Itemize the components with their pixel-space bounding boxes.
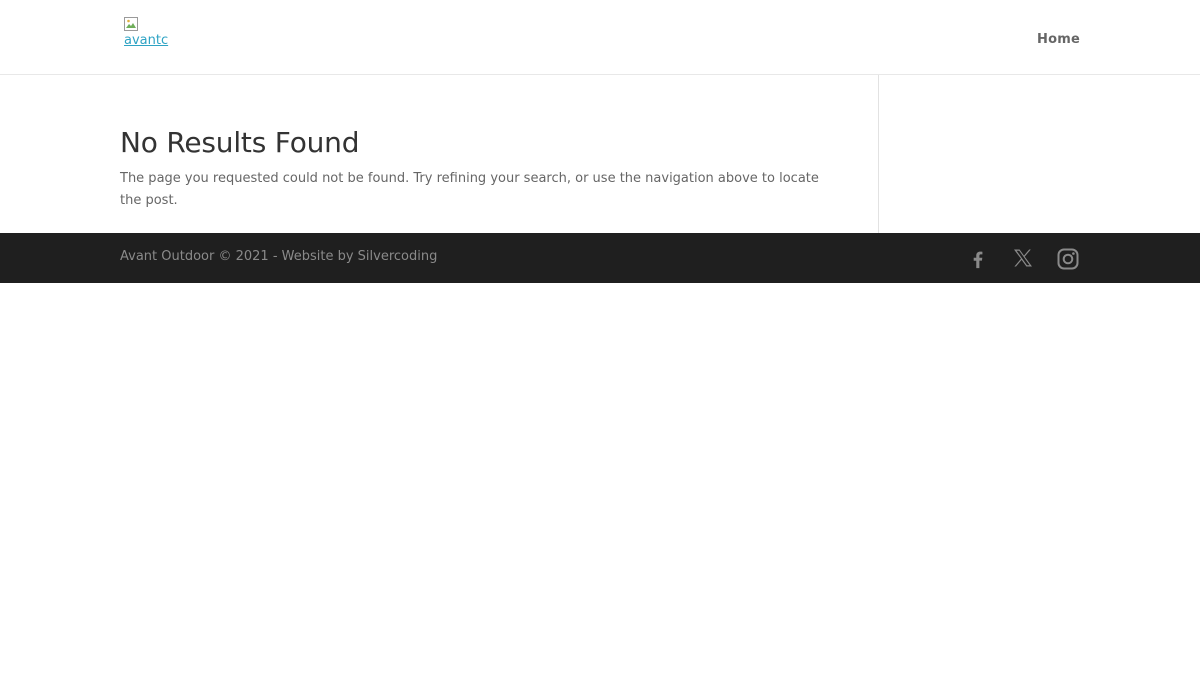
site-logo[interactable]: avantc — [124, 17, 170, 55]
site-footer: Avant Outdoor © 2021 - Website by Silver… — [0, 233, 1200, 283]
logo-alt-text: avantc — [124, 33, 169, 48]
footer-credits: Avant Outdoor © 2021 - Website by Silver… — [120, 249, 438, 264]
sidebar-divider — [878, 75, 879, 233]
instagram-icon[interactable] — [1055, 246, 1080, 271]
site-header: avantc Home — [0, 0, 1200, 75]
page-title: No Results Found — [120, 126, 360, 159]
broken-image-icon — [124, 17, 138, 31]
no-results-section: No Results Found The page you requested … — [120, 125, 840, 212]
facebook-icon[interactable] — [965, 246, 990, 271]
primary-nav: Home — [1037, 28, 1080, 47]
x-twitter-icon[interactable] — [1010, 246, 1035, 271]
no-results-message: The page you requested could not be foun… — [120, 171, 819, 208]
social-links — [965, 246, 1080, 271]
main-content-area: No Results Found The page you requested … — [0, 75, 1200, 233]
nav-item-home[interactable]: Home — [1037, 32, 1080, 47]
